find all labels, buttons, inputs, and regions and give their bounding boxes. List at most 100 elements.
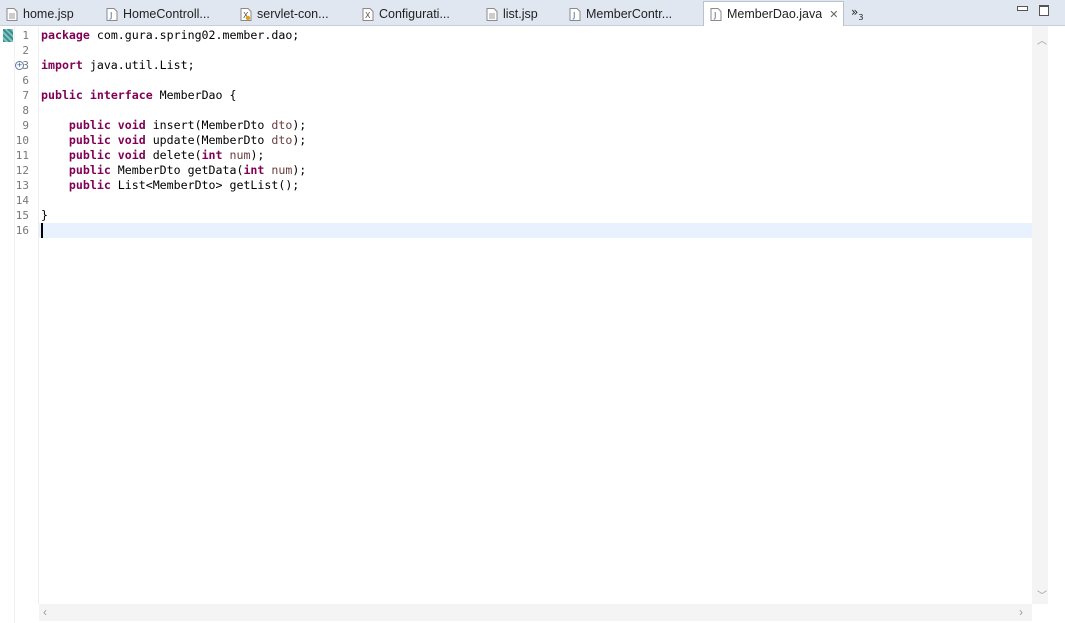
xml-file-icon: X bbox=[362, 7, 374, 21]
chevron-down-icon[interactable]: ﹀ bbox=[1037, 587, 1047, 602]
code-line: public interface MemberDao { bbox=[41, 88, 236, 103]
line-number: 2 bbox=[22, 44, 29, 57]
line-number: 7 bbox=[22, 89, 29, 102]
text-caret bbox=[41, 223, 43, 238]
java-file-icon: J bbox=[569, 7, 581, 21]
line-number: 15 bbox=[15, 209, 29, 222]
tab-home-jsp[interactable]: home.jsp bbox=[6, 2, 96, 26]
vertical-scrollbar[interactable]: ︿ ﹀ bbox=[1032, 26, 1048, 604]
svg-text:J: J bbox=[572, 11, 575, 20]
chevron-up-icon[interactable]: ︿ bbox=[1037, 32, 1047, 47]
line-number: 10 bbox=[15, 134, 29, 147]
tab-memberdao-java[interactable]: J MemberDao.java ✕ bbox=[703, 1, 844, 26]
code-token: MemberDto getData( bbox=[110, 163, 244, 177]
keyword-token: import bbox=[41, 58, 83, 72]
code-line: public void insert(MemberDto dto); bbox=[41, 118, 306, 133]
line-number: 14 bbox=[15, 194, 29, 207]
keyword-token: public bbox=[68, 178, 111, 192]
code-token: MemberDao { bbox=[152, 88, 237, 102]
expand-fold-icon[interactable]: + bbox=[15, 61, 24, 70]
keyword-token: public bbox=[68, 148, 111, 162]
line-number: 11 bbox=[15, 149, 29, 162]
line-number: 6 bbox=[22, 74, 29, 87]
minimize-icon[interactable] bbox=[1017, 6, 1028, 11]
svg-text:J: J bbox=[109, 11, 112, 20]
code-line: package com.gura.spring02.member.dao; bbox=[41, 28, 299, 43]
line-number: 16 bbox=[15, 224, 29, 237]
current-line-highlight bbox=[39, 223, 1032, 238]
line-number: 9 bbox=[22, 119, 29, 132]
tab-label: Configurati... bbox=[379, 7, 450, 21]
code-token: insert(MemberDto bbox=[145, 118, 272, 132]
code-token: ); bbox=[292, 163, 307, 177]
keyword-token: public bbox=[68, 118, 111, 132]
code-area[interactable]: package com.gura.spring02.member.dao; imp… bbox=[39, 26, 1032, 604]
jsp-file-icon bbox=[6, 7, 18, 21]
code-token: ); bbox=[292, 118, 307, 132]
hidden-tab-count: 3 bbox=[858, 13, 864, 22]
keyword-token: void bbox=[117, 148, 146, 162]
overview-ruler bbox=[0, 26, 15, 623]
keyword-token: public bbox=[68, 133, 111, 147]
line-number: 8 bbox=[22, 104, 29, 117]
tab-label: list.jsp bbox=[503, 7, 538, 21]
keyword-token: public bbox=[41, 88, 83, 102]
horizontal-scrollbar[interactable]: ‹ › bbox=[39, 604, 1032, 621]
keyword-token: void bbox=[117, 118, 146, 132]
tab-configuration[interactable]: X Configurati... bbox=[362, 2, 470, 26]
code-line: } bbox=[41, 208, 48, 223]
keyword-token: void bbox=[117, 133, 146, 147]
line-number: 12 bbox=[15, 164, 29, 177]
parameter-token: num bbox=[229, 148, 251, 162]
chevron-right-icon[interactable]: › bbox=[1019, 605, 1023, 619]
code-line: public void delete(int num); bbox=[41, 148, 265, 163]
svg-text:X: X bbox=[365, 11, 371, 20]
parameter-token: dto bbox=[271, 118, 293, 132]
code-token: ); bbox=[250, 148, 265, 162]
code-token: ); bbox=[292, 133, 307, 147]
quick-diff-marker-icon bbox=[3, 29, 13, 42]
code-line: public MemberDto getData(int num); bbox=[41, 163, 306, 178]
tab-homecontroller[interactable]: J HomeControll... bbox=[106, 2, 224, 26]
tab-list-jsp[interactable]: list.jsp bbox=[486, 2, 556, 26]
tab-membercontroller[interactable]: J MemberContr... bbox=[569, 2, 687, 26]
parameter-token: dto bbox=[271, 133, 293, 147]
keyword-token: int bbox=[243, 163, 265, 177]
line-number-gutter: 1 2 3 6 7 8 9 10 11 12 13 14 15 16 bbox=[15, 26, 39, 604]
code-token: } bbox=[41, 208, 48, 222]
keyword-token: package bbox=[41, 28, 90, 42]
code-line: public void update(MemberDto dto); bbox=[41, 133, 306, 148]
parameter-token: num bbox=[271, 163, 293, 177]
code-token: delete( bbox=[145, 148, 202, 162]
keyword-token: int bbox=[201, 148, 223, 162]
chevron-left-icon[interactable]: ‹ bbox=[43, 605, 47, 619]
close-tab-icon[interactable]: ✕ bbox=[829, 8, 838, 21]
line-number: 13 bbox=[15, 179, 29, 192]
tab-servlet-context[interactable]: X servlet-con... bbox=[240, 2, 345, 26]
code-line: import java.util.List; bbox=[41, 58, 195, 73]
code-token: update(MemberDto bbox=[145, 133, 272, 147]
line-number: 1 bbox=[22, 29, 29, 42]
maximize-icon[interactable] bbox=[1039, 5, 1049, 16]
java-file-icon: J bbox=[106, 7, 118, 21]
java-file-icon: J bbox=[710, 7, 722, 21]
tab-overflow-chevron-icon[interactable]: »3 bbox=[851, 5, 864, 22]
tab-label: servlet-con... bbox=[257, 7, 329, 21]
svg-text:J: J bbox=[713, 11, 716, 20]
code-token: com.gura.spring02.member.dao; bbox=[89, 28, 300, 42]
tab-label: HomeControll... bbox=[123, 7, 210, 21]
keyword-token: public bbox=[68, 163, 111, 177]
code-token: java.util.List; bbox=[82, 58, 195, 72]
code-editor[interactable]: 1 2 3 6 7 8 9 10 11 12 13 14 15 16 + package com.gura… bbox=[0, 26, 1065, 623]
tab-label: MemberContr... bbox=[586, 7, 673, 21]
